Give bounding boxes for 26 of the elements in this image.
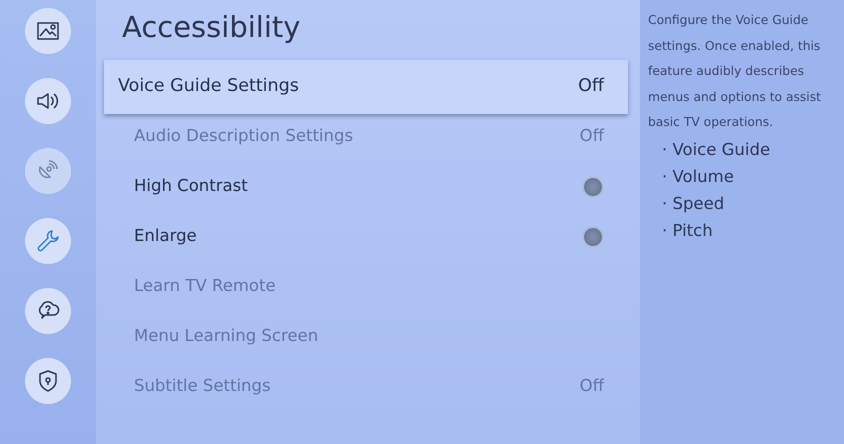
menu-item-label: Menu Learning Screen: [134, 325, 318, 348]
menu-item-label: Learn TV Remote: [134, 275, 276, 298]
sidebar-item[interactable]: [25, 288, 71, 334]
menu-item-label: Enlarge: [134, 225, 197, 248]
sidebar-item[interactable]: [25, 8, 71, 54]
menu-item[interactable]: High Contrast: [104, 162, 628, 212]
menu-item-label: High Contrast: [134, 175, 248, 198]
page-title: Accessibility: [122, 9, 302, 46]
menu-item-label: Subtitle Settings: [134, 375, 271, 398]
setting-value: Off: [578, 75, 604, 98]
sidebar-item[interactable]: [25, 358, 71, 404]
help-bullet: · Speed: [661, 192, 726, 214]
help-bullet: · Pitch: [661, 220, 714, 242]
wrench-icon: [35, 228, 61, 254]
menu-item[interactable]: Voice Guide Settings Off: [104, 60, 628, 114]
help-text: Configure the Voice Guide settings. Once enabled, this feature audibly describes menus and options to assist basic TV operations.: [648, 12, 822, 131]
menu-item[interactable]: Enlarge: [104, 212, 628, 262]
help-bullet: · Volume: [661, 166, 735, 188]
menu-item-label: Voice Guide Settings: [118, 75, 299, 98]
menu-item-label: Audio Description Settings: [134, 125, 354, 148]
toggle-indicator[interactable]: [582, 226, 604, 248]
help-bullet: · Voice Guide: [661, 138, 772, 160]
toggle-indicator[interactable]: [582, 176, 604, 198]
sidebar-item[interactable]: [25, 78, 71, 124]
setting-value: Off: [580, 375, 604, 398]
setting-value: Off: [580, 125, 604, 148]
